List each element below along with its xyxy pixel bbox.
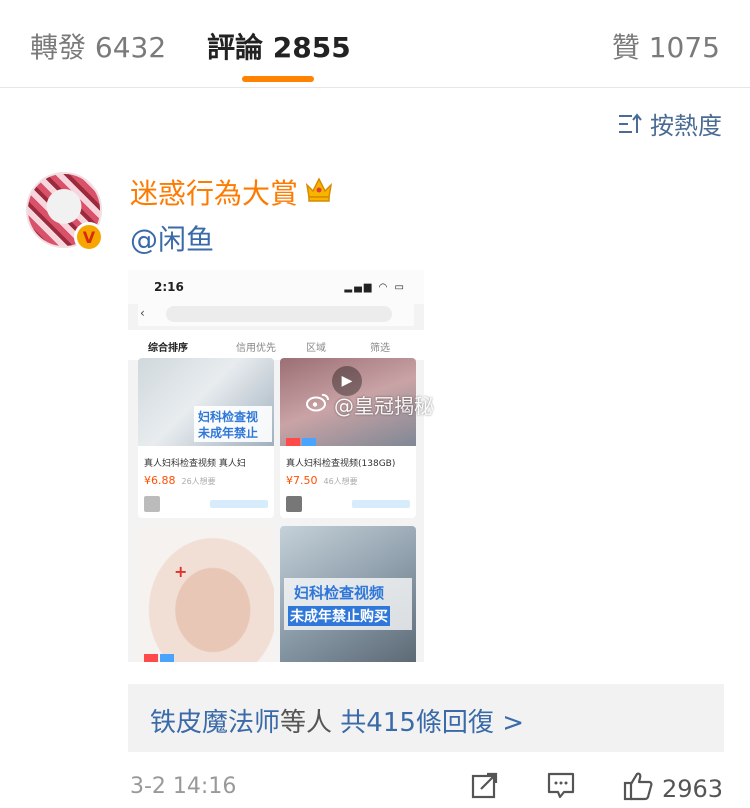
username-text: 迷惑行為大賞 [130,177,299,210]
image-filter-bar: 综合排序 信用优先 区域 筛选 [128,330,424,360]
image-signal-icons: ▂▄▆ ◠ ▭ [344,282,406,293]
tab-likes[interactable]: 贊 1075 [612,26,720,66]
image-seller-tag [352,500,410,508]
image-tag-blue [302,438,316,446]
image-overlay-line1: 妇科检查视 [198,410,259,424]
verified-badge-icon: V [74,222,104,252]
image-filter-sort: 综合排序 [148,343,188,354]
comment-icon [546,772,576,804]
image-product-card: ▶ 真人妇科检查视频(138GB) ¥7.50 46人想要 [280,358,416,518]
watermark-text: @皇冠揭秘 [334,394,434,418]
image-overlay-line1: 妇科检查视频 [294,584,385,602]
image-tag-red [286,438,300,446]
comment-username[interactable]: 迷惑行為大賞 [130,172,334,212]
image-product-card: 妇科检查视 未成年禁止 真人妇科检查视频 真人妇 ¥6.88 26人想要 [138,358,274,518]
share-button[interactable] [470,770,500,804]
like-button[interactable]: 2963 [622,770,723,808]
image-tag-red [144,654,158,662]
image-status-bar: 2:16 ▂▄▆ ◠ ▭ [128,270,424,304]
image-search-bar: ‹ [138,304,414,326]
weibo-logo-icon [306,392,330,417]
image-seller-avatar [144,496,160,512]
image-tag-blue [160,654,174,662]
crown-icon [304,175,334,210]
like-count: 2963 [662,775,724,803]
comment-mention-link[interactable]: @闲鱼 [130,218,214,258]
image-product-photo [138,526,274,662]
comment-image[interactable]: 2:16 ▂▄▆ ◠ ▭ ‹ 综合排序 信用优先 区域 筛选 妇科检查视 未成年… [128,270,424,662]
reply-author: 铁皮魔法师 [150,708,281,738]
tab-comments[interactable]: 評論 2855 [207,26,351,66]
sort-by-popularity-button[interactable]: 按熱度 [618,106,722,141]
reply-count: 共415條回復 > [340,708,524,738]
reply-comment-button[interactable] [546,770,576,804]
comment-tabs: 轉發 6432 評論 2855 贊 1075 [0,0,750,88]
image-seller-avatar [286,496,302,512]
sort-icon [618,112,642,135]
image-watermark: @皇冠揭秘 [306,390,434,419]
reply-others: 等人 [280,708,333,738]
share-icon [470,772,500,804]
avatar[interactable]: V [26,172,104,252]
image-search-field [166,306,392,322]
image-overlay-line2: 未成年禁止 [198,426,259,440]
image-sold-count: 46人想要 [323,477,358,486]
image-product-card: + [138,526,274,662]
image-product-card: 妇科检查视频 未成年禁止购买 [280,526,416,662]
image-product-price: ¥7.50 46人想要 [286,474,358,487]
verified-badge-label: V [82,227,96,247]
image-seller-tag [210,500,268,508]
tab-forward[interactable]: 轉發 6432 [30,26,166,66]
image-overlay-line2: 未成年禁止购买 [288,606,390,626]
image-price-value: ¥6.88 [144,474,176,487]
view-replies-button[interactable]: 铁皮魔法师等人 共415條回復 > [128,684,724,752]
image-filter-credit: 信用优先 [236,343,276,354]
image-back-icon: ‹ [140,306,145,320]
image-filter-area: 区域 [306,343,326,354]
sort-label: 按熱度 [650,112,722,140]
thumbs-up-icon [622,770,654,808]
image-status-time: 2:16 [154,280,184,294]
active-tab-indicator [242,76,314,82]
image-product-price: ¥6.88 26人想要 [144,474,216,487]
comment-timestamp: 3-2 14:16 [130,774,237,799]
image-sold-count: 26人想要 [181,477,216,486]
image-price-value: ¥7.50 [286,474,318,487]
image-red-cross-icon: + [174,562,188,581]
image-filter-filter: 筛选 [370,343,390,354]
image-product-title: 真人妇科检查视频(138GB) [286,459,396,469]
image-product-title: 真人妇科检查视频 真人妇 [144,459,246,469]
